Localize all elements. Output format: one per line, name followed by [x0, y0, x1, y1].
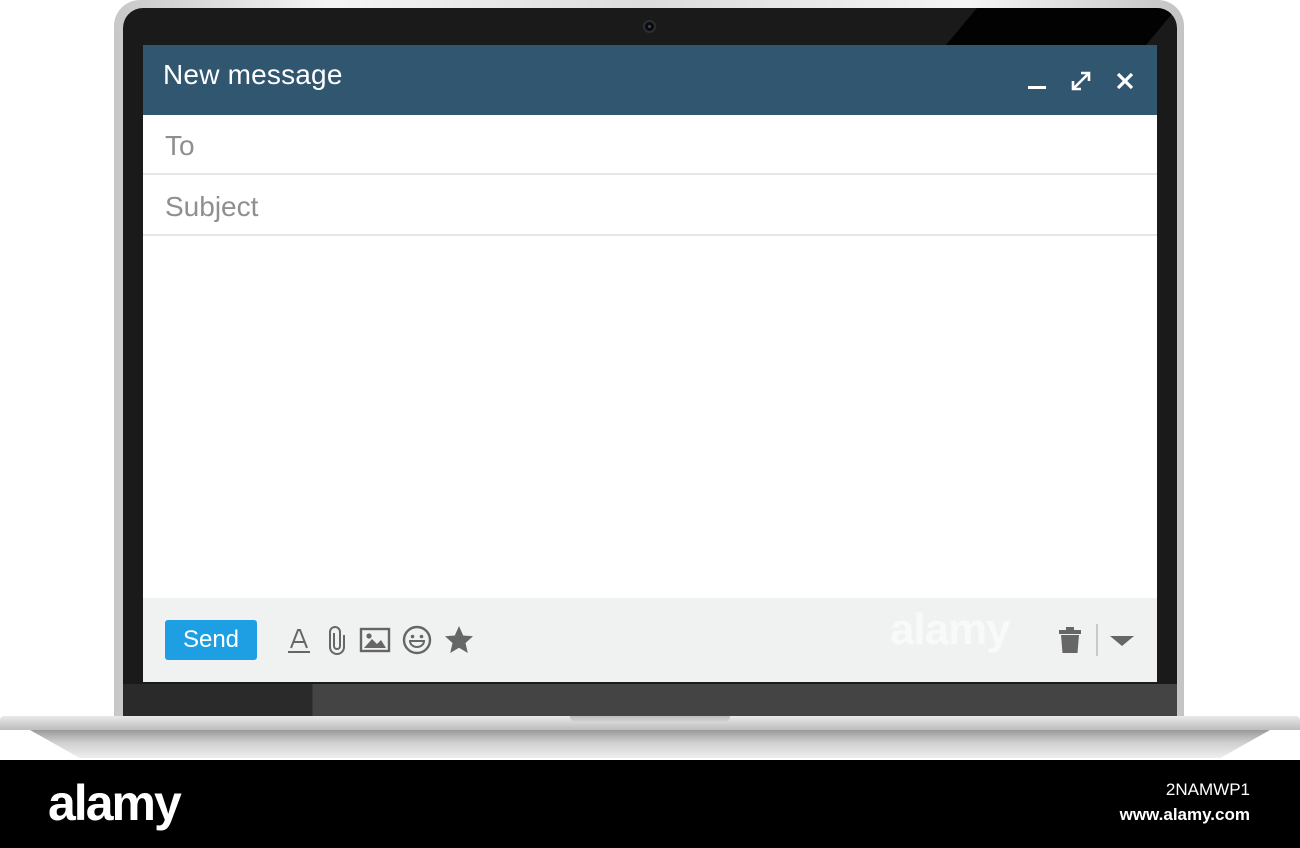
site-url: www.alamy.com [1119, 805, 1250, 824]
minimize-button[interactable] [1025, 69, 1049, 93]
bezel-bottom-reflection [123, 684, 1177, 718]
subject-field[interactable] [163, 186, 1127, 228]
toolbar-divider [1096, 624, 1098, 656]
chevron-down-icon [1106, 624, 1138, 656]
to-field-row [143, 115, 1157, 175]
webcam [643, 20, 656, 33]
star-icon [443, 624, 475, 656]
favorite-button[interactable] [443, 624, 475, 656]
to-field[interactable] [163, 125, 1127, 167]
message-body-input[interactable] [143, 238, 1157, 598]
close-button[interactable] [1113, 69, 1137, 93]
attach-file-button[interactable] [321, 624, 353, 656]
image-icon [359, 624, 391, 656]
compose-header: New message [143, 45, 1157, 115]
subject-field-row [143, 176, 1157, 236]
message-body-area [143, 238, 1157, 598]
text-format-icon [283, 624, 315, 656]
insert-emoji-button[interactable] [401, 624, 433, 656]
minimize-icon [1025, 69, 1049, 93]
send-button[interactable]: Send [165, 620, 257, 660]
compose-window: New message To Subject Send [143, 45, 1157, 682]
laptop-notch [570, 716, 730, 723]
trash-icon [1054, 624, 1086, 656]
laptop-base-bottom [30, 730, 1270, 758]
close-icon [1113, 69, 1137, 93]
window-title: New message [163, 59, 343, 90]
discard-button[interactable] [1054, 624, 1086, 656]
expand-icon [1069, 69, 1093, 93]
attachment-icon [321, 624, 353, 656]
more-options-button[interactable] [1106, 624, 1138, 656]
image-id: 2NAMWP1 [1165, 780, 1250, 799]
compose-toolbar: Send [143, 598, 1157, 682]
emoji-icon [401, 624, 433, 656]
stock-banner: alamy 2NAMWP1 www.alamy.com [0, 760, 1300, 848]
format-text-button[interactable] [283, 624, 315, 656]
insert-image-button[interactable] [359, 624, 391, 656]
expand-button[interactable] [1069, 69, 1093, 93]
brand-logo: alamy [48, 775, 182, 831]
